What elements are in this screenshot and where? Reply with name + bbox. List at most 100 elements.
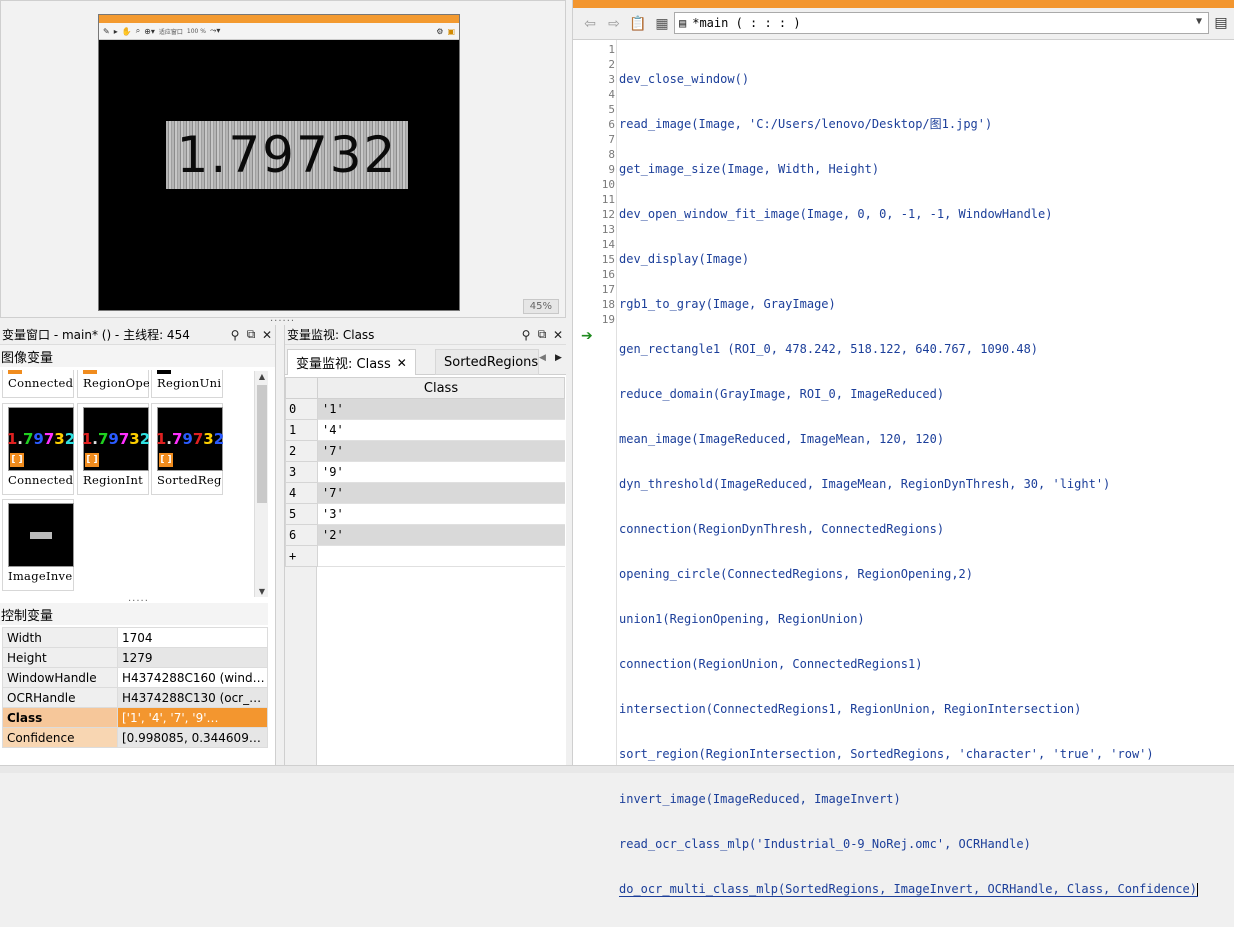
code-line[interactable]: get_image_size(Image, Width, Height) [619, 162, 1198, 177]
tab-sortedregions[interactable]: SortedRegions [435, 349, 539, 375]
control-var-row[interactable]: Width 1704 [2, 627, 268, 648]
var-name: Height [2, 647, 118, 668]
close-icon[interactable]: ✕ [550, 328, 566, 342]
settings-icon[interactable]: ⚙ [436, 27, 443, 36]
iconic-section-title: 图像变量 [0, 345, 275, 367]
scroll-up-icon[interactable]: ▲ [255, 372, 269, 381]
zoom-select-icon[interactable]: ⊕▾ [144, 27, 155, 36]
code-line[interactable]: dev_display(Image) [619, 252, 1198, 267]
wand-icon[interactable]: ✎ [103, 27, 110, 36]
code-editor[interactable]: 1 2 3 4 5 6 7 8 9 10 11 12 13 14 15 16 17 18 19 ➔ dev_clos… [573, 40, 1234, 897]
back-icon[interactable]: ⇦ [581, 15, 599, 33]
tab-scroll-left-icon[interactable]: ◀ [539, 353, 546, 363]
thumbnail-image: 1.79732 [ ] [156, 407, 224, 471]
draw-mode-icon[interactable]: ⤳▾ [210, 26, 220, 36]
table-row[interactable]: 6'2' [285, 524, 565, 546]
iconic-var-regionopening[interactable]: RegionOpe [83, 370, 153, 390]
iconic-var-connected[interactable]: Connected [8, 370, 78, 390]
code-line[interactable]: invert_image(ImageReduced, ImageInvert) [619, 792, 1198, 807]
table-row[interactable]: 1'4' [285, 419, 565, 441]
chevron-down-icon[interactable]: ▼ [1196, 16, 1202, 27]
grid-icon[interactable]: ▦ [653, 15, 671, 33]
line-number: 19 [601, 313, 615, 326]
code-lines[interactable]: dev_close_window() read_image(Image, 'C:… [619, 42, 1198, 927]
var-value: H4374288C160 (windo… [117, 667, 268, 688]
add-row[interactable]: + [285, 545, 565, 567]
line-number: 10 [601, 178, 615, 191]
tab-class[interactable]: 变量监视: Class ✕ [287, 349, 416, 375]
line-numbers: 1 2 3 4 5 6 7 8 9 10 11 12 13 14 15 16 17 18 19 [577, 42, 615, 327]
variable-window-title: 变量窗口 - main* () - 主线程: 454 [2, 328, 190, 342]
code-line[interactable]: rgb1_to_gray(Image, GrayImage) [619, 297, 1198, 312]
var-name: Class [2, 707, 118, 728]
var-name: Confidence [2, 727, 118, 748]
iconic-var-connected1[interactable]: 1.79732 [ ] Connected [7, 407, 78, 487]
tab-close-icon[interactable]: ✕ [397, 356, 407, 370]
line-number: 17 [601, 283, 615, 296]
column-header[interactable]: Class [317, 377, 565, 399]
code-line[interactable]: connection(RegionUnion, ConnectedRegions… [619, 657, 1198, 672]
zoom-badge: 45% [522, 299, 559, 314]
table-row[interactable]: 4'7' [285, 482, 565, 504]
zoom-icon[interactable]: ⌕ [136, 26, 140, 36]
program-window: ⇦ ⇨ 📋 ▦ ▤ *main ( : : : ) ▼ ▤ 1234567891… [572, 0, 1234, 897]
code-line[interactable]: opening_circle(ConnectedRegions, RegionO… [619, 567, 1198, 582]
control-var-row[interactable]: WindowHandle H4374288C160 (windo… [2, 667, 268, 688]
control-var-row[interactable]: OCRHandle H4374288C130 (ocr_m… [2, 687, 268, 708]
iconic-var-imageinvert[interactable]: ImageInve [8, 503, 78, 583]
pointer-icon[interactable]: ▸ [114, 27, 118, 36]
control-var-row-selected[interactable]: Class ['1', '4', '7', '9'… [2, 707, 268, 728]
iconic-var-sortedregions[interactable]: 1.79732 [ ] SortedReg [156, 407, 227, 487]
table-row[interactable]: 0'1' [285, 398, 565, 420]
scrollbar-thumb[interactable] [257, 385, 267, 503]
line-number: 2 [608, 58, 615, 71]
pin-icon[interactable]: ⚲ [518, 328, 534, 342]
tab-scroll-right-icon[interactable]: ▶ [555, 353, 562, 363]
code-line[interactable]: union1(RegionOpening, RegionUnion) [619, 612, 1198, 627]
thumbnail-image: 1.79732 [ ] [82, 407, 150, 471]
float-icon[interactable]: ⧉ [534, 327, 550, 342]
code-line[interactable]: gen_rectangle1 (ROI_0, 478.242, 518.122,… [619, 342, 1198, 357]
code-line[interactable]: dev_close_window() [619, 72, 1198, 87]
control-var-row[interactable]: Confidence [0.998085, 0.344609… [2, 727, 268, 748]
code-line[interactable]: sort_region(RegionIntersection, SortedRe… [619, 747, 1198, 762]
code-line[interactable]: connection(RegionDynThresh, ConnectedReg… [619, 522, 1198, 537]
line-number: 6 [608, 118, 615, 131]
code-line[interactable]: reduce_domain(GrayImage, ROI_0, ImageRed… [619, 387, 1198, 402]
iconic-variables-grid: Connected RegionOpe RegionUni 1.79732 [ … [0, 370, 268, 598]
scroll-down-icon[interactable]: ▼ [255, 587, 269, 596]
pan-icon[interactable]: ✋ [122, 27, 132, 36]
graphics-toolbar: ✎ ▸ ✋ ⌕ ⊕▾ 适应窗口 100 % ⤳▾ ⚙ ▣ [99, 23, 459, 40]
code-line[interactable]: read_image(Image, 'C:/Users/lenovo/Deskt… [619, 117, 1198, 132]
calculator-icon[interactable]: ▤ [1212, 14, 1230, 32]
close-icon[interactable]: ✕ [259, 328, 275, 342]
line-number: 7 [608, 133, 615, 146]
pin-icon[interactable]: ⚲ [227, 328, 243, 342]
iconic-scrollbar[interactable]: ▲ ▼ [254, 371, 268, 597]
graphics-title-bar [99, 15, 459, 23]
graphics-canvas[interactable]: ✎ ▸ ✋ ⌕ ⊕▾ 适应窗口 100 % ⤳▾ ⚙ ▣ 1.79732 [98, 14, 460, 311]
iconic-var-regionunion[interactable]: RegionUni [157, 370, 227, 390]
code-line[interactable]: dyn_threshold(ImageReduced, ImageMean, R… [619, 477, 1198, 492]
line-number: 11 [601, 193, 615, 206]
procedure-select[interactable]: ▤ *main ( : : : ) ▼ [674, 12, 1209, 34]
code-line[interactable]: intersection(ConnectedRegions1, RegionUn… [619, 702, 1198, 717]
line-gutter[interactable]: 1 2 3 4 5 6 7 8 9 10 11 12 13 14 15 16 17 18 19 ➔ [573, 40, 617, 765]
table-row[interactable]: 3'9' [285, 461, 565, 483]
float-icon[interactable]: ⧉ [243, 327, 259, 342]
code-line[interactable]: mean_image(ImageReduced, ImageMean, 120,… [619, 432, 1198, 447]
clipboard-icon[interactable]: 📋 [629, 15, 647, 33]
control-var-row[interactable]: Height 1279 [2, 647, 268, 668]
table-row[interactable]: 5'3' [285, 503, 565, 525]
forward-icon[interactable]: ⇨ [605, 15, 623, 33]
table-row[interactable]: 2'7' [285, 440, 565, 462]
zoom-select[interactable]: 100 % [187, 28, 206, 35]
fit-window-label[interactable]: 适应窗口 [159, 27, 183, 36]
code-line[interactable]: dev_open_window_fit_image(Image, 0, 0, -… [619, 207, 1198, 222]
code-line-current[interactable]: do_ocr_multi_class_mlp(SortedRegions, Im… [619, 882, 1198, 897]
variable-inspect-window: 变量监视: Class ⚲ ⧉ ✕ 变量监视: Class ✕ SortedRe… [284, 325, 566, 765]
code-line[interactable]: read_ocr_class_mlp('Industrial_0-9_NoRej… [619, 837, 1198, 852]
iconic-var-regionintersection[interactable]: 1.79732 [ ] RegionInt [82, 407, 153, 487]
lock-icon[interactable]: ▣ [447, 27, 455, 36]
control-section-title: 控制变量 [0, 603, 268, 625]
